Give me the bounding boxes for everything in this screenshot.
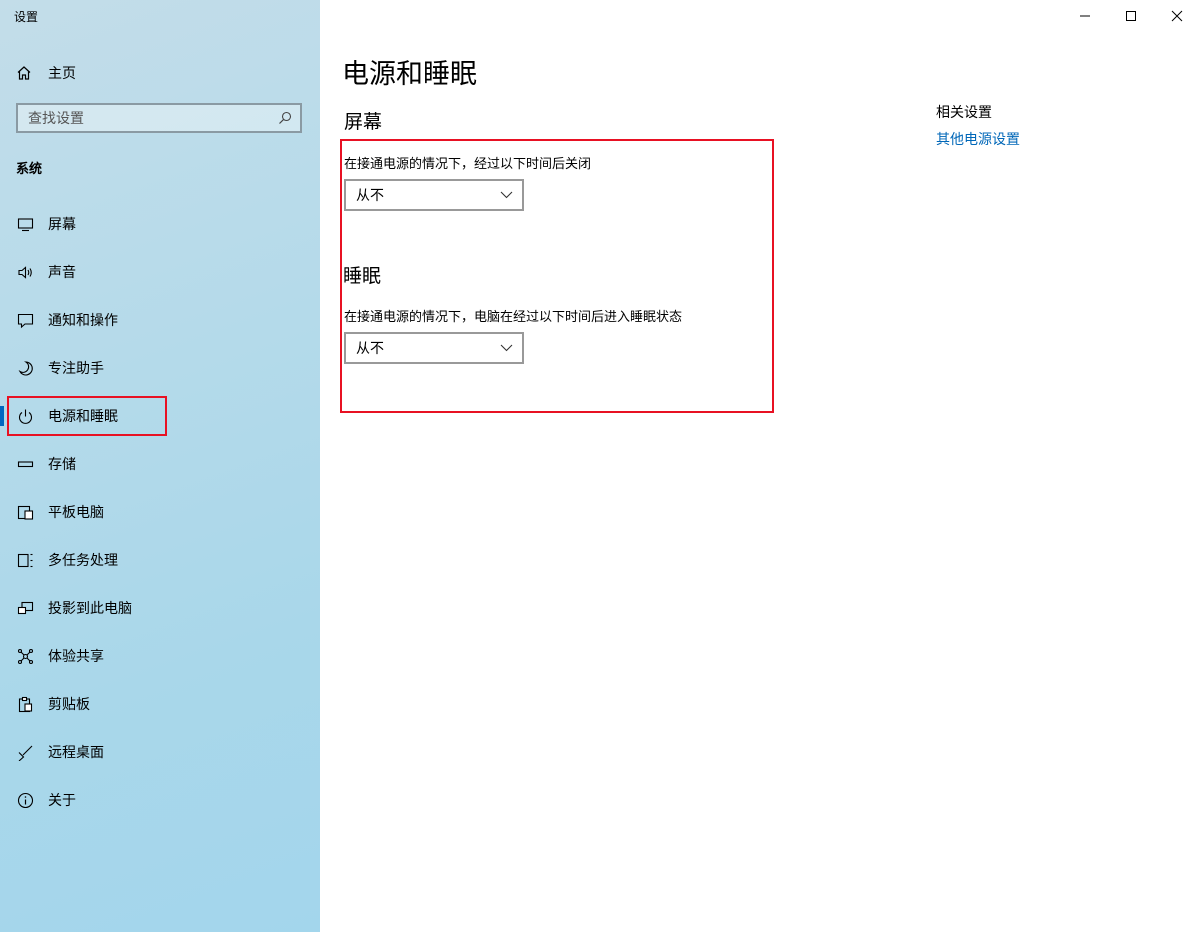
search-placeholder: 查找设置 [28,111,84,127]
sleep-timeout-value: 从不 [356,341,384,357]
sidebar-item-notifications[interactable]: 通知和操作 [0,300,320,340]
additional-power-settings-link[interactable]: 其他电源设置 [936,129,1020,149]
sleep-heading: 睡眠 [343,265,382,287]
window-title: 设置 [14,10,39,24]
sidebar-item-multitasking[interactable]: 多任务处理 [0,540,320,580]
sidebar-item-about[interactable]: 关于 [0,780,320,820]
sidebar-item-label: 投影到此电脑 [48,601,132,617]
selection-highlight-box [7,396,167,436]
search-input[interactable]: 查找设置 [16,103,302,133]
chevron-down-icon [500,344,513,352]
notification-icon [16,311,34,329]
remote-desktop-icon [16,743,34,761]
sidebar-item-label: 多任务处理 [48,553,118,569]
screen-heading: 屏幕 [344,111,383,133]
page-title: 电源和睡眠 [342,59,477,90]
screen-timeout-dropdown[interactable]: 从不 [344,179,524,211]
sleep-timeout-dropdown[interactable]: 从不 [344,332,524,364]
maximize-icon [1126,11,1136,21]
sidebar-item-shared-experiences[interactable]: 体验共享 [0,636,320,676]
chevron-down-icon [500,191,513,199]
sidebar-item-project[interactable]: 投影到此电脑 [0,588,320,628]
project-icon [16,599,34,617]
moon-icon [16,359,34,377]
sidebar-item-label: 平板电脑 [48,505,104,521]
monitor-icon [16,215,34,233]
sidebar-item-remote-desktop[interactable]: 远程桌面 [0,732,320,772]
sidebar: 设置 主页 查找设置 系统 屏幕 声音 通知和操作 专注助手 电源和睡眠 存储 … [0,0,320,932]
sidebar-item-label: 专注助手 [48,361,104,377]
sidebar-item-label: 存储 [48,457,76,473]
tablet-icon [16,503,34,521]
maximize-button[interactable] [1108,4,1154,28]
sleep-description: 在接通电源的情况下，电脑在经过以下时间后进入睡眠状态 [344,310,683,325]
sidebar-item-label: 关于 [48,793,76,809]
minimize-button[interactable] [1062,4,1108,28]
section-label-system: 系统 [16,162,43,177]
sidebar-item-label: 声音 [48,265,76,281]
close-button[interactable] [1154,4,1200,28]
search-icon[interactable] [278,111,292,125]
home-link[interactable]: 主页 [16,62,76,84]
home-label: 主页 [48,66,76,82]
related-settings-title: 相关设置 [936,105,992,121]
sidebar-item-tablet[interactable]: 平板电脑 [0,492,320,532]
sidebar-item-display[interactable]: 屏幕 [0,204,320,244]
sidebar-item-label: 远程桌面 [48,745,104,761]
sidebar-item-label: 通知和操作 [48,313,118,329]
sidebar-item-sound[interactable]: 声音 [0,252,320,292]
multitask-icon [16,551,34,569]
minimize-icon [1080,15,1090,17]
sidebar-item-focus-assist[interactable]: 专注助手 [0,348,320,388]
speaker-icon [16,263,34,281]
sidebar-item-label: 屏幕 [48,217,76,233]
sidebar-item-clipboard[interactable]: 剪贴板 [0,684,320,724]
clipboard-icon [16,695,34,713]
close-icon [1171,10,1183,22]
sidebar-item-storage[interactable]: 存储 [0,444,320,484]
screen-description: 在接通电源的情况下，经过以下时间后关闭 [344,157,592,172]
share-icon [16,647,34,665]
storage-icon [16,455,34,473]
sidebar-item-label: 剪贴板 [48,697,90,713]
home-icon [17,66,31,80]
info-icon [16,791,34,809]
sidebar-item-label: 体验共享 [48,649,104,665]
screen-timeout-value: 从不 [356,188,384,204]
